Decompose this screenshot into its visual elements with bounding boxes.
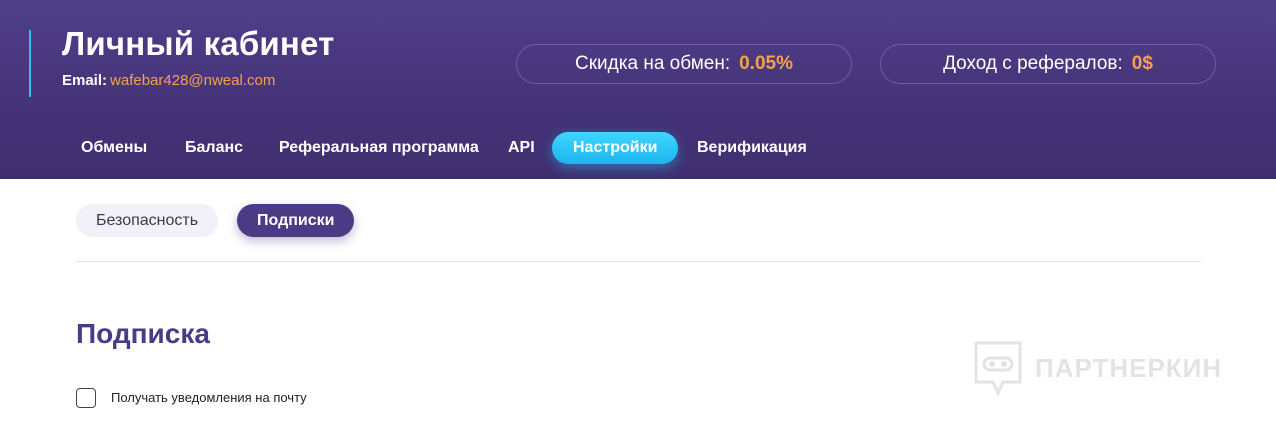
email-value: wafebar428@nweal.com	[110, 72, 276, 89]
user-email-row: Email: wafebar428@nweal.com	[62, 72, 275, 89]
referral-income-label: Доход с рефералов:	[943, 53, 1123, 74]
subtab-subscriptions[interactable]: Подписки	[237, 204, 355, 237]
email-notifications-label[interactable]: Получать уведомления на почту	[111, 390, 307, 405]
nav-item-api[interactable]: API	[508, 132, 535, 164]
divider	[76, 261, 1201, 262]
nav-item-exchanges[interactable]: Обмены	[81, 132, 147, 164]
referral-income-badge: Доход с рефералов: 0$	[880, 44, 1216, 84]
watermark-text: ПАРТНЕРКИН	[1035, 352, 1223, 383]
watermark-logo-icon	[974, 341, 1022, 396]
accent-bar	[29, 30, 31, 97]
subtab-security[interactable]: Безопасность	[76, 204, 219, 237]
nav-item-verification[interactable]: Верификация	[697, 132, 807, 164]
watermark: ПАРТНЕРКИН	[973, 340, 1222, 396]
nav-item-balance[interactable]: Баланс	[185, 132, 243, 164]
header: Личный кабинет Email: wafebar428@nweal.co…	[0, 0, 1276, 179]
nav-item-settings[interactable]: Настройки	[552, 132, 679, 164]
nav-item-referral-program[interactable]: Реферальная программа	[279, 132, 479, 164]
email-notifications-row: Получать уведомления на почту	[76, 387, 307, 408]
page-title: Личный кабинет	[62, 25, 335, 62]
referral-income-value: 0$	[1131, 53, 1153, 74]
email-notifications-checkbox[interactable]	[76, 387, 96, 408]
discount-value: 0.05%	[739, 53, 793, 74]
section-title: Подписка	[76, 318, 210, 349]
discount-badge: Скидка на обмен: 0.05%	[516, 44, 852, 84]
email-label: Email:	[62, 72, 108, 89]
discount-label: Скидка на обмен:	[575, 53, 731, 74]
